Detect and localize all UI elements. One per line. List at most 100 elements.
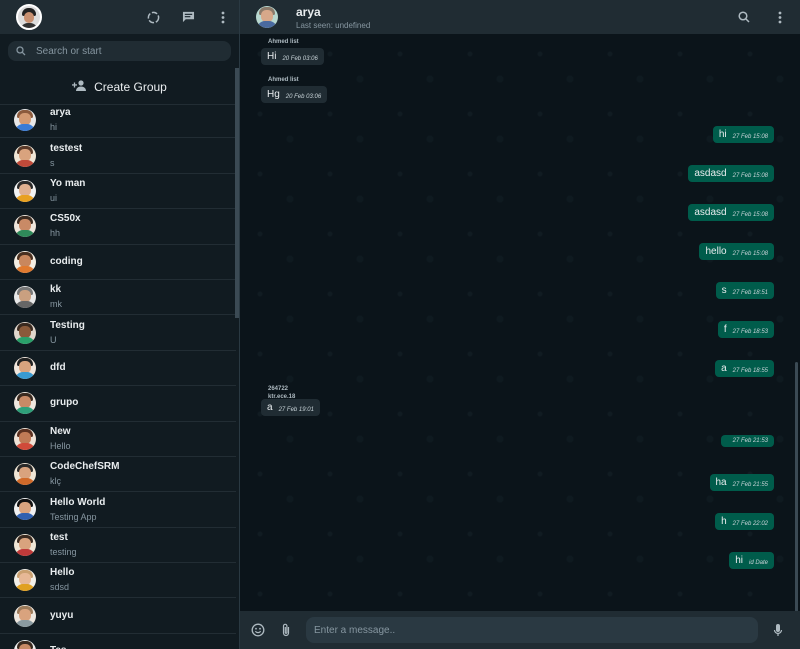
message-time: 27 Feb 18:53 (732, 329, 768, 335)
message-sender: Ahmed list (268, 39, 299, 45)
chat-search-icon[interactable] (736, 9, 752, 25)
chat-list-item[interactable]: dfd (0, 351, 236, 387)
attach-icon[interactable] (278, 622, 294, 638)
chat-scrollbar[interactable] (795, 362, 798, 612)
message-text: hello (705, 246, 727, 257)
chat-list-item[interactable]: New Hello (0, 422, 236, 457)
outgoing-message[interactable]: a 27 Feb 18:55 (715, 360, 774, 377)
emoji-icon[interactable] (250, 622, 266, 638)
incoming-message[interactable]: Hg 20 Feb 03:06 (261, 86, 328, 103)
chat-name: dfd (50, 361, 66, 373)
chat-list-item[interactable]: yuyu (0, 598, 236, 634)
outgoing-message[interactable]: hi 27 Feb 15:08 (712, 126, 774, 143)
chat-last-message: Testing App (50, 511, 97, 522)
message-time: 20 Feb 03:06 (285, 94, 322, 100)
outgoing-message[interactable]: 27 Feb 21:53 (720, 435, 774, 447)
chat-last-message: mk (50, 299, 62, 310)
chat-list-item[interactable]: Hello sdsd (0, 563, 236, 599)
message-text: s (721, 285, 727, 296)
chat-list-item[interactable]: testest s (0, 138, 236, 174)
chat-name: yuyu (50, 609, 74, 621)
chat-name: CodeChefSRM (50, 461, 120, 473)
outgoing-message[interactable]: h 27 Feb 22:02 (715, 513, 774, 530)
chat-name: testest (50, 142, 83, 154)
chat-avatar (14, 109, 36, 132)
chat-avatar (14, 144, 36, 167)
contact-avatar[interactable] (256, 6, 278, 28)
message-text: asdasd (694, 207, 727, 218)
chat-last-message: Hello (50, 440, 71, 451)
chat-avatar (14, 179, 36, 202)
outgoing-message[interactable]: ha 27 Feb 21:55 (709, 474, 774, 491)
chat-menu-icon[interactable] (772, 9, 788, 25)
app: Create Group arya hi testest s Yo man ui CS50x… (0, 0, 800, 649)
chat-name: Tes (50, 645, 67, 649)
message-time: 27 Feb 15:08 (732, 134, 768, 140)
chat-list-item[interactable]: Hello World Testing App (0, 492, 236, 528)
chat-last-message: klç (50, 476, 61, 487)
chat-last-message: hh (50, 228, 61, 239)
chat-list-item[interactable]: kk mk (0, 280, 236, 316)
chat-name: Testing (50, 319, 85, 331)
menu-dots-icon[interactable] (215, 9, 231, 25)
message-text: ha (715, 477, 727, 488)
chat-last-message: ui (50, 193, 58, 204)
add-group-icon (72, 79, 88, 94)
chat-list-item[interactable]: Yo man ui (0, 174, 236, 210)
message-text: hi (718, 129, 727, 140)
my-avatar[interactable] (16, 4, 42, 30)
chat-list-item[interactable]: grupo (0, 386, 236, 422)
message-text: hi (735, 555, 743, 566)
mic-icon[interactable] (770, 622, 786, 638)
chat-list-item[interactable]: coding (0, 245, 236, 280)
chat-list-item[interactable]: CS50x hh (0, 209, 236, 245)
message-time: 27 Feb 18:51 (732, 290, 768, 296)
chat-avatar (14, 498, 36, 521)
chat-list-item[interactable]: Testing U (0, 315, 236, 351)
outgoing-message[interactable]: hi id Date (729, 552, 774, 569)
chat-avatar (14, 215, 36, 238)
message-time: 27 Feb 18:55 (732, 368, 768, 374)
message-text: Hi (267, 51, 277, 62)
chat-list-item[interactable]: arya hi (0, 103, 236, 139)
chat-last-message: testing (50, 546, 77, 557)
chat-avatar (14, 392, 36, 415)
chat-panel: arya Last seen: undefined Ahmed list Hi 20… (240, 0, 800, 649)
chat-last-message: U (50, 334, 57, 345)
chat-avatar (14, 640, 36, 649)
chat-avatar (14, 569, 36, 592)
sidebar-scrollbar[interactable] (235, 68, 239, 318)
create-group-button[interactable]: Create Group (0, 69, 239, 105)
message-sender: Ahmed list (268, 77, 299, 83)
chat-list-item[interactable]: CodeChefSRM klç (0, 457, 236, 493)
last-seen: Last seen: undefined (296, 20, 371, 30)
outgoing-message[interactable]: asdasd 27 Feb 15:08 (688, 204, 774, 221)
status-icon[interactable] (145, 9, 161, 25)
chat-header[interactable]: arya Last seen: undefined (240, 0, 800, 34)
message-time: 27 Feb 15:08 (732, 173, 768, 179)
outgoing-message[interactable]: hello 27 Feb 15:08 (699, 243, 774, 260)
search-input[interactable] (36, 45, 223, 57)
message-input[interactable] (306, 617, 758, 643)
chat-name: New (50, 425, 71, 437)
new-chat-icon[interactable] (180, 9, 196, 25)
outgoing-message[interactable]: asdasd 27 Feb 15:08 (688, 165, 774, 182)
outgoing-message[interactable]: s 27 Feb 18:51 (715, 282, 774, 299)
message-time: 20 Feb 03:06 (282, 56, 318, 62)
composer (240, 611, 800, 649)
incoming-message[interactable]: a 27 Feb 19:01 (261, 399, 320, 416)
chat-name: Yo man (50, 178, 86, 190)
chat-name: CS50x (50, 213, 81, 225)
message-area[interactable]: Ahmed list Hi 20 Feb 03:06 Ahmed list Hg 20 F… (240, 34, 800, 611)
chat-name: kk (50, 284, 62, 296)
chat-name: coding (50, 255, 83, 267)
outgoing-message[interactable]: f 27 Feb 18:53 (717, 321, 774, 338)
message-text: asdasd (694, 168, 727, 179)
chat-list-item[interactable]: Tes (0, 634, 236, 649)
chat-list-item[interactable]: test testing (0, 528, 236, 564)
message-text: Hg (267, 89, 280, 100)
search-bar (0, 34, 239, 68)
chat-avatar (14, 356, 36, 379)
chat-name: Hello World (50, 496, 106, 508)
incoming-message[interactable]: Hi 20 Feb 03:06 (261, 48, 324, 65)
